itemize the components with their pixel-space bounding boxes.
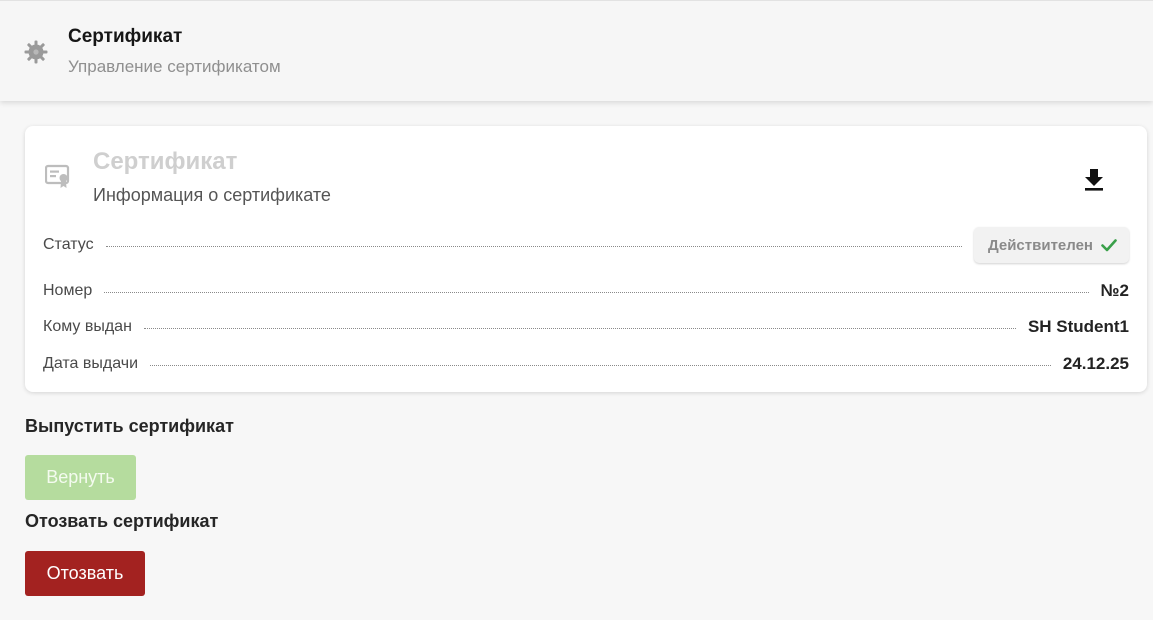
status-value: Действителен (988, 236, 1093, 254)
issued-to-row: Кому выдан SH Student1 (43, 313, 1129, 341)
number-row: Номер №2 (43, 277, 1129, 305)
gear-icon (24, 40, 48, 64)
number-value: №2 (1100, 281, 1129, 300)
certificate-page: Сертификат Управление сертификатом Серти… (0, 0, 1153, 620)
issued-to-label: Кому выдан (43, 318, 132, 335)
dotted-leader (104, 291, 1089, 293)
card-title: Сертификат (93, 148, 238, 175)
certificate-icon (45, 164, 70, 188)
certificate-card: Сертификат Информация о сертификате Стат… (25, 126, 1147, 392)
card-subtitle: Информация о сертификате (93, 185, 331, 205)
issued-to-value: SH Student1 (1027, 317, 1129, 336)
number-label: Номер (43, 282, 93, 299)
issue-date-label: Дата выдачи (43, 355, 139, 372)
issue-section-title: Выпустить сертификат (25, 416, 234, 436)
revoke-section-title: Отозвать сертификат (25, 511, 219, 531)
page-title: Сертификат (68, 26, 183, 47)
dotted-leader (105, 245, 962, 247)
revoke-button[interactable]: Отозвать (25, 551, 145, 596)
dotted-leader (143, 327, 1016, 329)
status-label: Статус (43, 236, 94, 253)
status-row: Статус Действителен (43, 227, 1129, 263)
download-icon[interactable] (1081, 166, 1107, 192)
checkmark-icon (1101, 239, 1117, 252)
dotted-leader (150, 364, 1051, 366)
issue-date-row: Дата выдачи 24.12.25 (43, 350, 1129, 378)
status-badge: Действителен (974, 227, 1129, 263)
return-button[interactable]: Вернуть (25, 455, 136, 500)
issue-date-value: 24.12.25 (1062, 354, 1129, 373)
page-subtitle: Управление сертификатом (68, 57, 281, 76)
page-header: Сертификат Управление сертификатом (0, 0, 1153, 101)
